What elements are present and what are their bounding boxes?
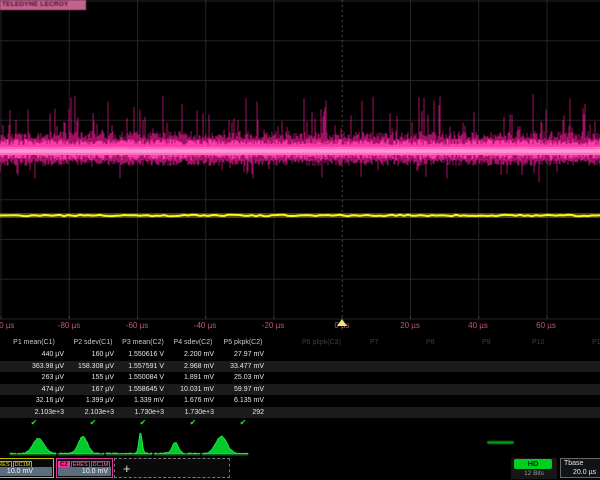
measure-status-ok: ✔ <box>0 418 68 428</box>
measure-value: 59.97 mV <box>218 384 268 396</box>
histicon[interactable] <box>106 433 152 454</box>
measure-value: 2.103e+3 <box>68 407 118 419</box>
measure-value: 363.98 µV <box>0 361 68 373</box>
green-dash-artifact <box>487 441 514 444</box>
time-axis-label: -100 µs <box>0 321 14 330</box>
hd-bits-label: 12 Bits <box>511 470 557 477</box>
measure-value: 1.339 mV <box>118 395 168 407</box>
add-trace-button[interactable]: + <box>123 461 131 476</box>
measure-value: 2.968 mV <box>168 361 218 373</box>
trigger-time-marker-icon[interactable] <box>337 319 347 326</box>
measure-value: 25.03 mV <box>218 372 268 384</box>
measure-value: 1.557591 V <box>118 361 168 373</box>
measure-value: 1.550084 V <box>118 372 168 384</box>
measure-value: 167 µV <box>68 384 118 396</box>
measure-value: 10.031 mV <box>168 384 218 396</box>
time-axis-label: -80 µs <box>58 321 80 330</box>
measure-param-header[interactable]: P3 mean(C2) <box>118 337 168 349</box>
time-axis-label: 40 µs <box>468 321 488 330</box>
measurement-table: P1 mean(C1)P2 sdev(C1)P3 mean(C2)P4 sdev… <box>0 337 600 428</box>
measure-value: 155 µV <box>68 372 118 384</box>
descriptor-bar: C1 ERES DC1M 10.0 mV C2 ERES DC1M 10.0 m… <box>0 458 600 480</box>
measure-value: 1.550616 V <box>118 349 168 361</box>
measure-status-ok: ✔ <box>218 418 268 428</box>
measure-param-header[interactable]: P5 pkpk(C2) <box>218 337 268 349</box>
measure-value: 1.730e+3 <box>118 407 168 419</box>
measure-value: 1.676 mV <box>168 395 218 407</box>
measure-param-header-inactive[interactable]: P10 <box>532 337 588 349</box>
measure-value: 1.399 µV <box>68 395 118 407</box>
measure-param-header[interactable]: P1 mean(C1) <box>0 337 68 349</box>
measure-value: 474 µV <box>0 384 68 396</box>
measure-param-header-inactive[interactable]: P1 <box>592 337 600 349</box>
c1-vertical-scale: 10.0 mV <box>0 467 52 476</box>
measure-value: 160 µV <box>68 349 118 361</box>
measure-value: 27.97 mV <box>218 349 268 361</box>
measure-stat-row: 32.16 µV1.399 µV1.339 mV1.676 mV6.135 mV <box>0 395 600 407</box>
time-axis-label: 60 µs <box>536 321 556 330</box>
measure-stat-row: 2.103e+32.103e+31.730e+31.730e+3292 <box>0 407 600 419</box>
teledyne-lecroy-badge: TELEDYNE LECROY <box>0 0 86 10</box>
measure-value: 1.891 mV <box>168 372 218 384</box>
add-trace-slot[interactable]: + <box>114 458 230 478</box>
measure-param-header[interactable]: P2 sdev(C1) <box>68 337 118 349</box>
time-axis: -100 µs-80 µs-60 µs-40 µs-20 µs0 µs20 µs… <box>0 320 600 335</box>
channel-descriptor-c1[interactable]: C1 ERES DC1M 10.0 mV <box>0 458 54 478</box>
measure-value: 6.135 mV <box>218 395 268 407</box>
measure-stat-row: 474 µV167 µV1.558645 V10.031 mV59.97 mV <box>0 384 600 396</box>
waveform-traces <box>0 0 600 320</box>
time-axis-label: 20 µs <box>400 321 420 330</box>
measure-param-header[interactable]: P4 sdev(C2) <box>168 337 218 349</box>
measure-status-ok: ✔ <box>118 418 168 428</box>
channel-descriptor-c2[interactable]: C2 ERES DC1M 10.0 mV <box>56 458 113 478</box>
time-axis-label: -20 µs <box>262 321 284 330</box>
measure-stat-row: 263 µV155 µV1.550084 V1.891 mV25.03 mV <box>0 372 600 384</box>
measure-status-ok: ✔ <box>168 418 218 428</box>
measure-param-header-inactive[interactable]: P8 <box>426 337 482 349</box>
timebase-descriptor[interactable]: Tbase 20.0 µs <box>560 458 600 478</box>
oscilloscope-screen: TELEDYNE LECROY -100 µs -80 µs -60 µs -40 µ… <box>0 0 600 480</box>
time-axis-label: -60 µs <box>126 321 148 330</box>
measure-param-header-inactive[interactable]: P6 pkpk(C3) <box>302 337 358 349</box>
measure-value: 292 <box>218 407 268 419</box>
timebase-label: Tbase <box>564 460 583 467</box>
measure-value: 33.477 mV <box>218 361 268 373</box>
measure-value: 440 µV <box>0 349 68 361</box>
c2-trace-fuzz <box>0 94 600 182</box>
histicon[interactable] <box>10 438 56 454</box>
measure-stat-row: 440 µV160 µV1.550616 V2.200 mV27.97 mV <box>0 349 600 361</box>
measure-value: 1.558645 V <box>118 384 168 396</box>
measure-status-ok: ✔ <box>68 418 118 428</box>
histicon[interactable] <box>154 443 200 455</box>
measure-value: 263 µV <box>0 372 68 384</box>
histicon[interactable] <box>202 436 248 454</box>
measure-param-header-inactive[interactable]: P7 <box>370 337 426 349</box>
time-axis-label: -40 µs <box>194 321 216 330</box>
measure-param-header-inactive[interactable]: P9 <box>482 337 538 349</box>
measure-value: 32.16 µV <box>0 395 68 407</box>
hd-badge[interactable]: HD <box>514 459 552 469</box>
hd-mode-group[interactable]: HD 12 Bits <box>511 458 557 479</box>
measure-stat-row: 363.98 µV158.308 µV1.557591 V2.968 mV33.… <box>0 361 600 373</box>
c2-vertical-scale: 10.0 mV <box>58 467 111 476</box>
measure-value: 2.200 mV <box>168 349 218 361</box>
measure-value: 2.103e+3 <box>0 407 68 419</box>
timebase-value: 20.0 µs <box>573 469 596 476</box>
histicon[interactable] <box>58 436 104 454</box>
measure-value: 1.730e+3 <box>168 407 218 419</box>
measure-value: 158.308 µV <box>68 361 118 373</box>
